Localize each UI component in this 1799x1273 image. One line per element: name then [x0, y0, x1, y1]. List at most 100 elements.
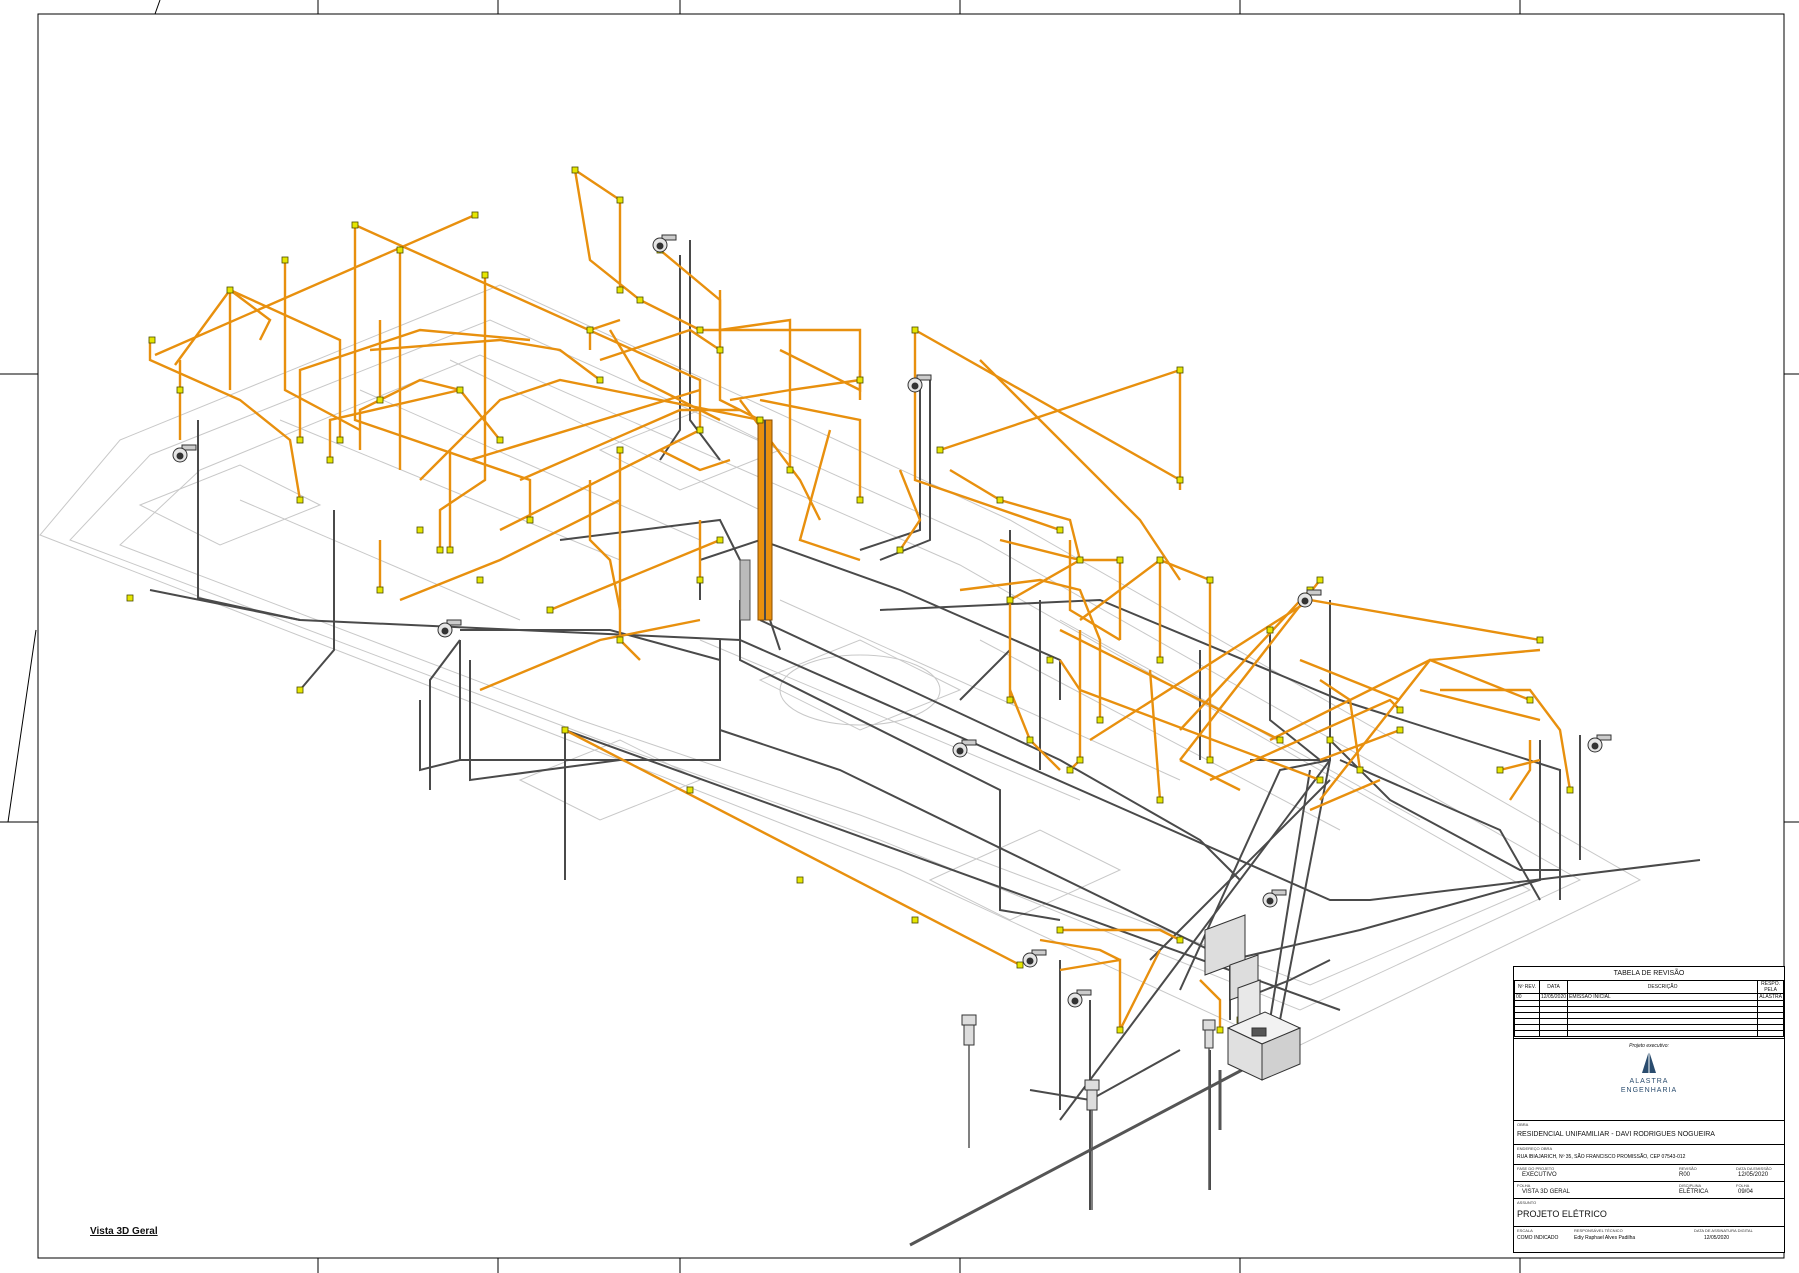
fixture-node [1116, 556, 1124, 564]
fixture-node [1326, 736, 1334, 744]
fixture-node [686, 786, 694, 794]
fixture-node [1176, 936, 1184, 944]
fixture-node [1496, 766, 1504, 774]
fixture-node [476, 576, 484, 584]
fixture-node [1396, 726, 1404, 734]
view-title: Vista 3D Geral [90, 1226, 158, 1237]
phase-section: FASE DO PROJETO EXECUTIVO REVISÃO R00 DA… [1514, 1165, 1784, 1182]
fixture-node [281, 256, 289, 264]
fixture-node [351, 221, 359, 229]
fixture-node [696, 576, 704, 584]
signature-label: DATA DE ASSINATURA DIGITAL [1694, 1228, 1753, 1233]
title-block: TABELA DE REVISÃO Nº REV. DATA DESCRIÇÃO… [1513, 966, 1785, 1253]
fixture-node [616, 636, 624, 644]
fixture-node [481, 271, 489, 279]
sheet-section: FOLHA VISTA 3D GERAL DISCIPLINA ELÉTRICA… [1514, 1182, 1784, 1199]
designer: Ediy Raphael Alves Padilha [1574, 1235, 1636, 1241]
table-row: 00 12/05/2020 EMISSÃO INICIAL ALASTRA [1514, 993, 1784, 1001]
revision-table: Nº REV. DATA DESCRIÇÃO RESPO. PELA 00 12… [1514, 980, 1784, 1037]
fixture-node [416, 526, 424, 534]
fixture-node [1006, 596, 1014, 604]
revision: R00 [1679, 1172, 1691, 1178]
fixture-node [696, 426, 704, 434]
fixture-node [176, 386, 184, 394]
responsible-label: Projeto executivo: [1629, 1043, 1669, 1049]
fixture-node [1176, 366, 1184, 374]
fixture-node [1156, 796, 1164, 804]
fixture-node [456, 386, 464, 394]
discipline: ELÉTRICA [1679, 1189, 1709, 1195]
revision-table-title: TABELA DE REVISÃO [1613, 970, 1685, 977]
fixture-node [616, 446, 624, 454]
company-name-2: ENGENHARIA [1620, 1087, 1678, 1094]
fixture-node [526, 516, 534, 524]
fixture-node [756, 416, 764, 424]
rev-header-number: Nº REV. [1514, 980, 1540, 994]
fixture-node [336, 436, 344, 444]
revision-header-row: Nº REV. DATA DESCRIÇÃO RESPO. PELA [1514, 980, 1784, 994]
fixture-node [856, 496, 864, 504]
fixture-node [571, 166, 579, 174]
scale-label: ESCALA [1517, 1228, 1533, 1233]
fixture-node [226, 286, 234, 294]
fixture-node [1016, 961, 1024, 969]
fixture-node [1066, 766, 1074, 774]
camera-icon [172, 444, 197, 463]
fixture-node [1096, 716, 1104, 724]
alastra-logo-icon [1642, 1051, 1656, 1073]
fixture-node [1056, 926, 1064, 934]
fixture-node [1176, 476, 1184, 484]
sheet-number: 09/04 [1738, 1189, 1754, 1195]
fixture-node [1316, 776, 1324, 784]
fixture-node [296, 686, 304, 694]
date: 12/05/2020 [1738, 1172, 1769, 1178]
fixture-node [1076, 556, 1084, 564]
rev-header-responsible: RESPO. PELA [1757, 980, 1784, 994]
electrical-panel [1204, 914, 1302, 1081]
fixture-node [1116, 1026, 1124, 1034]
fixture-node [1566, 786, 1574, 794]
camera-icon [652, 234, 677, 253]
fixture-node [716, 346, 724, 354]
fixture-node [1526, 696, 1534, 704]
fixture-node [596, 376, 604, 384]
fixture-node [436, 546, 444, 554]
cameras [172, 234, 1612, 1008]
phase: EXECUTIVO [1522, 1172, 1557, 1178]
fixture-nodes [126, 166, 1574, 1034]
fixture-node [1276, 736, 1284, 744]
fixture-node [148, 336, 156, 344]
fixture-node [1056, 526, 1064, 534]
dark-conduits [149, 240, 1701, 1210]
rev-cell: ALASTRA [1757, 993, 1784, 1001]
fixture-node [1206, 576, 1214, 584]
fixture-node [471, 211, 479, 219]
phase-label: FASE DO PROJETO [1517, 1166, 1555, 1171]
sheet-content: VISTA 3D GERAL [1522, 1189, 1570, 1195]
fixture-node [1076, 756, 1084, 764]
camera-icon [1262, 889, 1287, 908]
fixture-node [1396, 706, 1404, 714]
table-row [1514, 1030, 1784, 1037]
fixture-node [1266, 626, 1274, 634]
fixture-node [856, 376, 864, 384]
fixture-node [911, 916, 919, 924]
camera-icon [1587, 734, 1612, 753]
fixture-node [496, 436, 504, 444]
subject-label: ASSUNTO [1517, 1200, 1537, 1205]
fixture-node [716, 536, 724, 544]
rev-cell: 00 [1514, 993, 1540, 1001]
fixture-node [896, 546, 904, 554]
fixture-node [296, 496, 304, 504]
fixture-node [1216, 1026, 1224, 1034]
camera-icon [1022, 949, 1047, 968]
fixture-node [1006, 696, 1014, 704]
camera-icon [1067, 989, 1092, 1008]
fixture-node [1206, 756, 1214, 764]
work-name: RESIDENCIAL UNIFAMILIAR - DAVI RODRIGUES… [1517, 1131, 1715, 1138]
fixture-node [561, 726, 569, 734]
subject-section: ASSUNTO PROJETO ELÉTRICO [1514, 1199, 1784, 1227]
designer-label: RESPONSÁVEL TÉCNICO [1574, 1228, 1623, 1233]
fixture-node [1026, 736, 1034, 744]
fixture-node [696, 326, 704, 334]
